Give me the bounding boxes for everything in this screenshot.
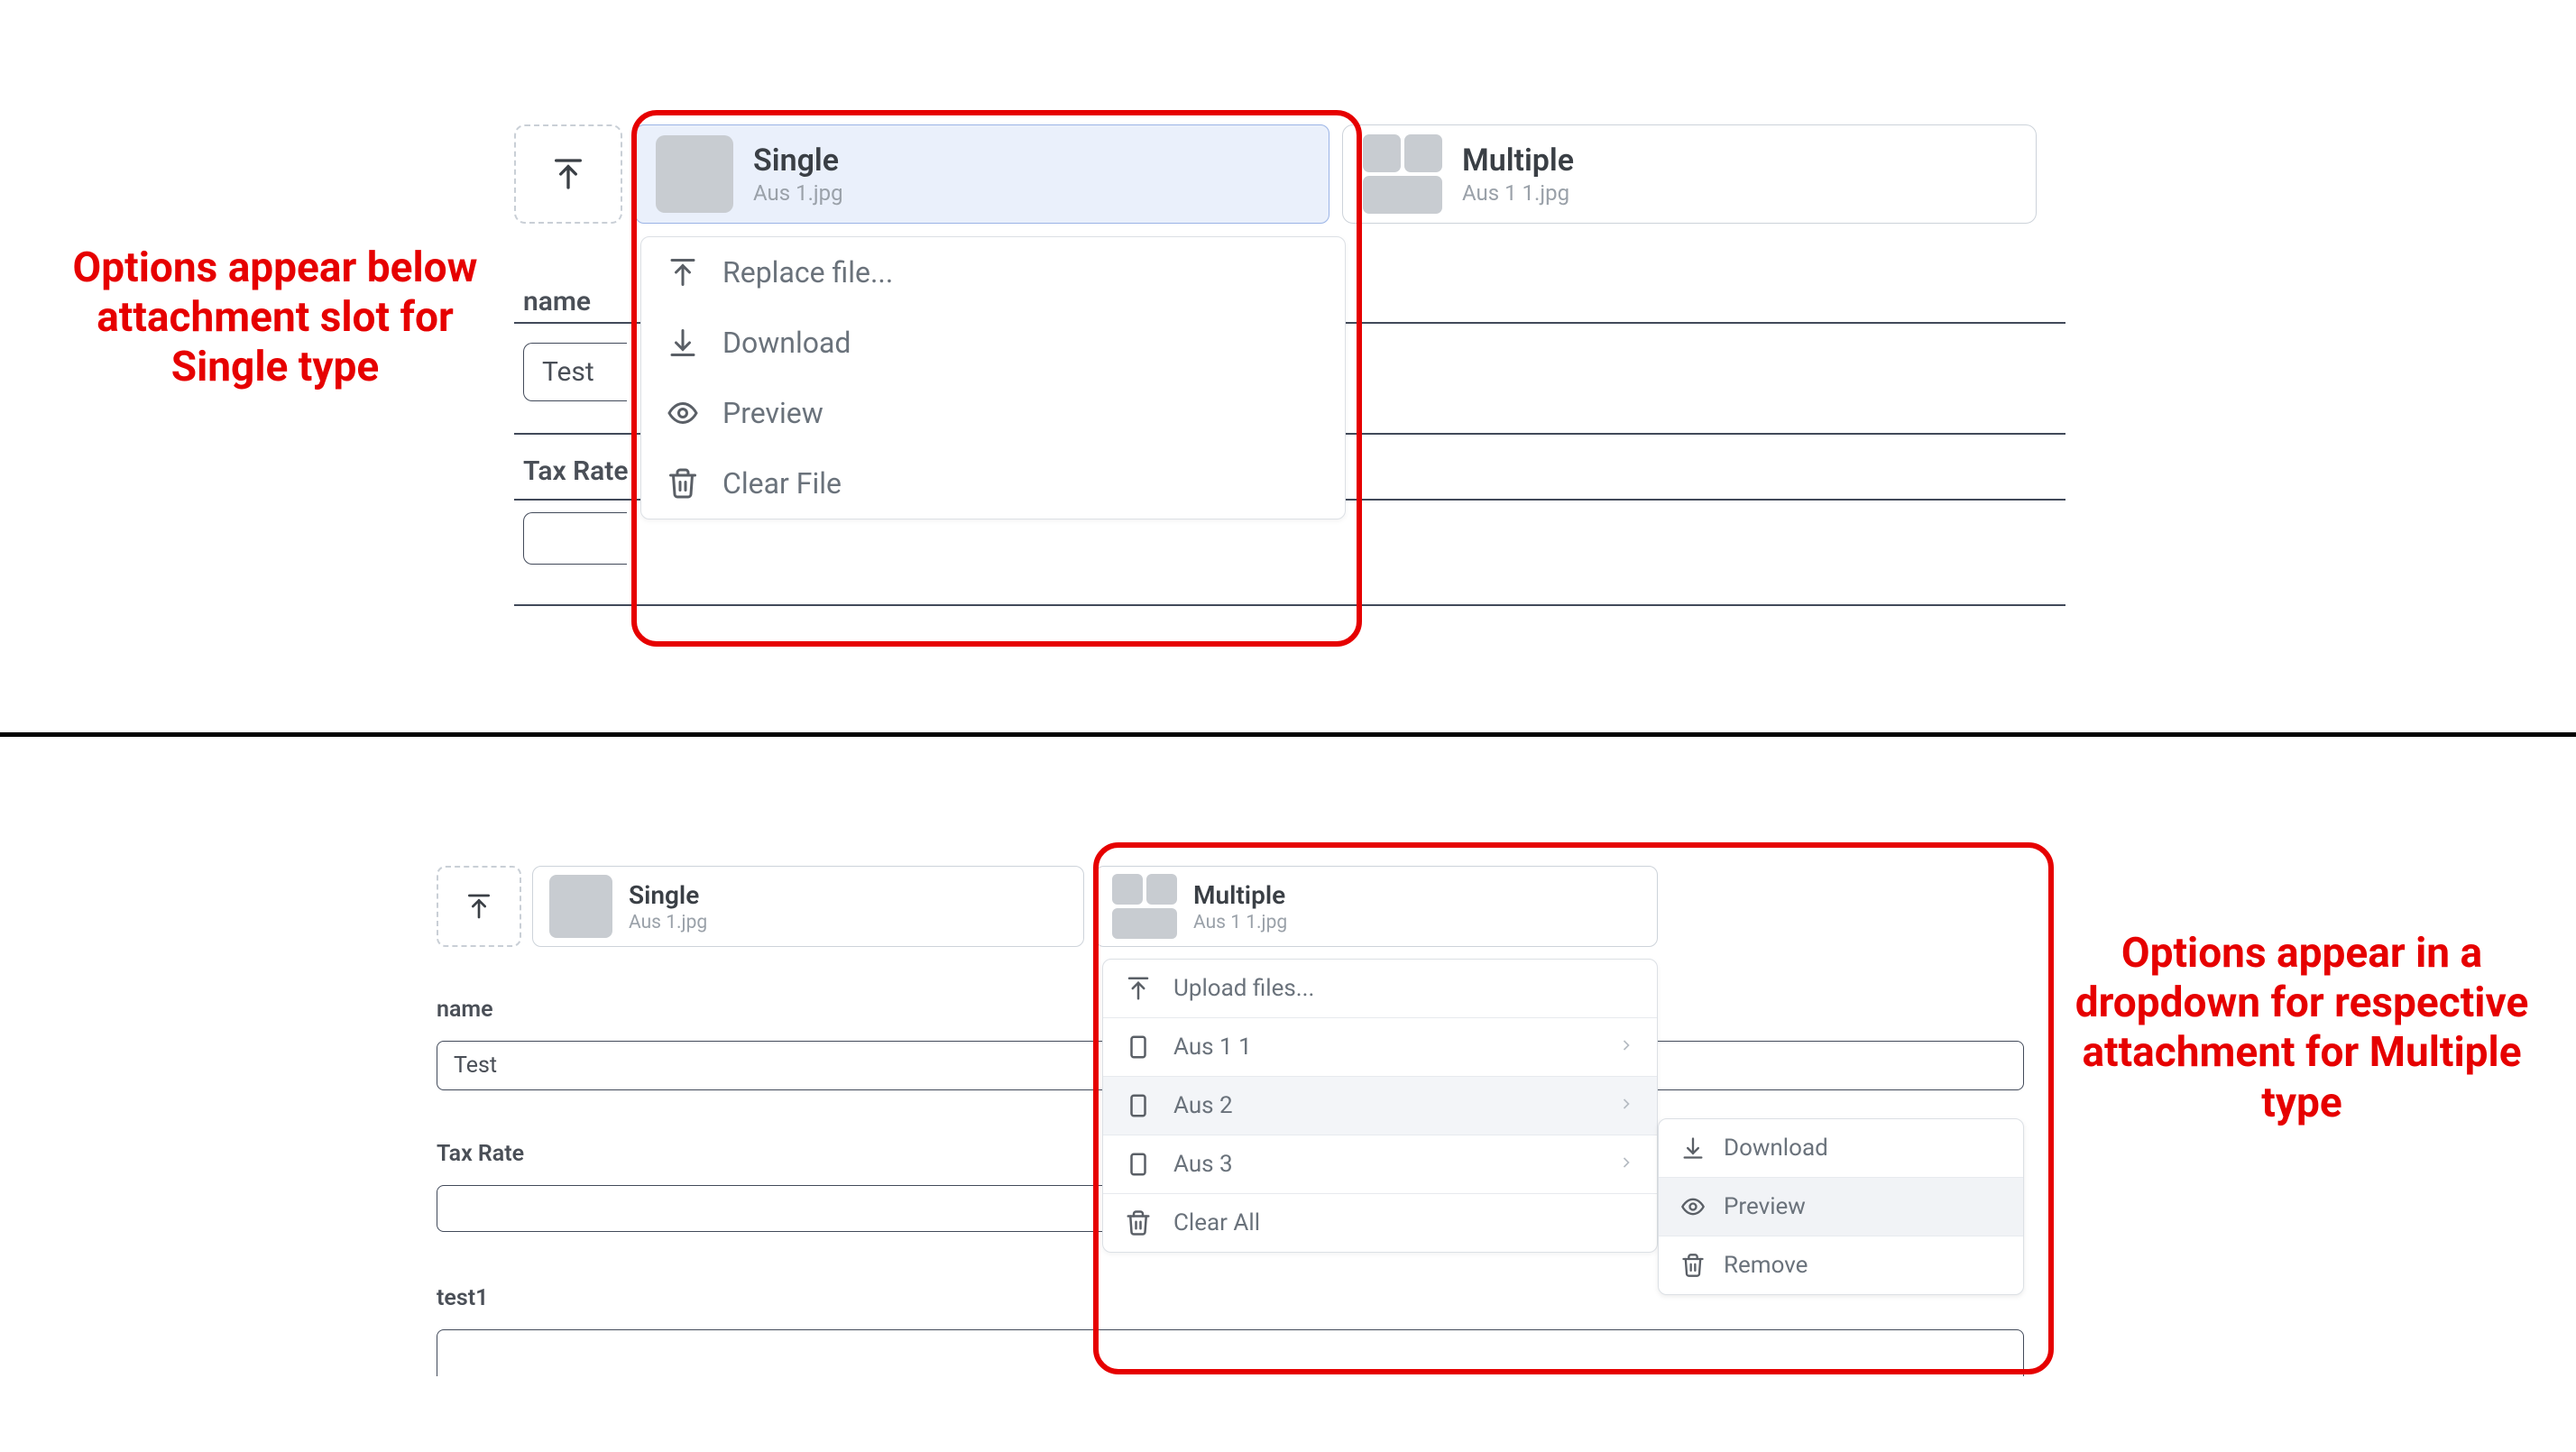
menu-label: Clear File [722,466,842,501]
menu-file-item-aus2[interactable]: Aus 2 [1103,1076,1657,1135]
slot-title: Single [753,142,843,179]
file-submenu: Download Preview Remove [1658,1118,2024,1295]
menu-label: Replace file... [722,255,893,289]
trash-icon [1680,1253,1706,1278]
upload-button[interactable] [437,866,521,947]
upload-icon [1125,975,1152,1002]
slot-subtitle: Aus 1 1.jpg [1462,180,1574,206]
attachment-slot-multiple[interactable]: Multiple Aus 1 1.jpg [1342,124,2037,224]
annotation-single-type: Options appear below attachment slot for… [36,244,514,393]
menu-clear-all[interactable]: Clear All [1103,1193,1657,1252]
slot-subtitle: Aus 1 1.jpg [1193,912,1287,933]
chevron-right-icon [1617,1151,1635,1178]
menu-replace-file[interactable]: Replace file... [641,237,1345,308]
file-icon [1125,1034,1152,1061]
thumbnail [549,875,612,938]
slot-subtitle: Aus 1.jpg [629,912,707,933]
upload-icon [465,892,493,921]
chevron-right-icon [1617,1034,1635,1061]
slot-subtitle: Aus 1.jpg [753,180,843,206]
field-label-tax-rate: Tax Rate [523,455,629,487]
menu-label: Aus 1 1 [1173,1034,1252,1061]
trash-icon [1125,1209,1152,1236]
submenu-download[interactable]: Download [1659,1119,2023,1177]
submenu-preview[interactable]: Preview [1659,1177,2023,1236]
menu-download[interactable]: Download [641,308,1345,378]
menu-label: Preview [1724,1193,1806,1220]
menu-label: Remove [1724,1252,1808,1279]
menu-label: Preview [722,396,823,430]
field-label-name: name [437,997,493,1023]
slot-title: Single [629,880,707,910]
menu-label: Aus 3 [1173,1151,1233,1178]
menu-file-item-aus3[interactable]: Aus 3 [1103,1135,1657,1193]
file-icon [1125,1092,1152,1119]
attachment-slot-single[interactable]: Single Aus 1.jpg [635,124,1329,224]
annotation-multiple-type: Options appear in a dropdown for respect… [2058,929,2545,1128]
attachment-slot-multiple[interactable]: Multiple Aus 1 1.jpg [1095,866,1658,947]
trash-icon [667,467,699,500]
upload-icon [550,156,586,192]
eye-icon [667,397,699,429]
bg-line [514,604,2065,606]
submenu-remove[interactable]: Remove [1659,1236,2023,1294]
menu-label: Download [722,326,851,360]
field-label-tax-rate: Tax Rate [437,1141,524,1167]
download-icon [667,326,699,359]
chevron-right-icon [1617,1092,1635,1119]
menu-clear-file[interactable]: Clear File [641,448,1345,519]
section-divider [0,732,2576,737]
menu-label: Clear All [1173,1209,1260,1236]
thumbnail-grid [1112,874,1177,939]
download-icon [1680,1135,1706,1161]
attachment-slot-single[interactable]: Single Aus 1.jpg [532,866,1084,947]
slot-title: Multiple [1462,142,1574,179]
eye-icon [1680,1194,1706,1219]
menu-label: Download [1724,1135,1828,1162]
file-icon [1125,1151,1152,1178]
tax-rate-input[interactable] [523,512,627,565]
thumbnail [656,135,733,213]
name-input[interactable]: Test [523,343,627,401]
upload-button[interactable] [514,124,622,224]
menu-file-item-aus11[interactable]: Aus 1 1 [1103,1017,1657,1076]
menu-upload-files[interactable]: Upload files... [1103,960,1657,1017]
single-attachment-dropdown: Replace file... Download Preview Clear F… [640,236,1346,519]
menu-label: Aus 2 [1173,1092,1233,1119]
thumbnail-grid [1363,134,1442,214]
menu-label: Upload files... [1173,975,1314,1002]
slot-title: Multiple [1193,880,1287,910]
field-label-test1: test1 [437,1285,488,1311]
field-label-name: name [523,286,591,317]
test1-input[interactable] [437,1329,2024,1376]
menu-preview[interactable]: Preview [641,378,1345,448]
multiple-attachment-dropdown: Upload files... Aus 1 1 Aus 2 Aus 3 Clea… [1102,959,1658,1253]
upload-icon [667,256,699,289]
